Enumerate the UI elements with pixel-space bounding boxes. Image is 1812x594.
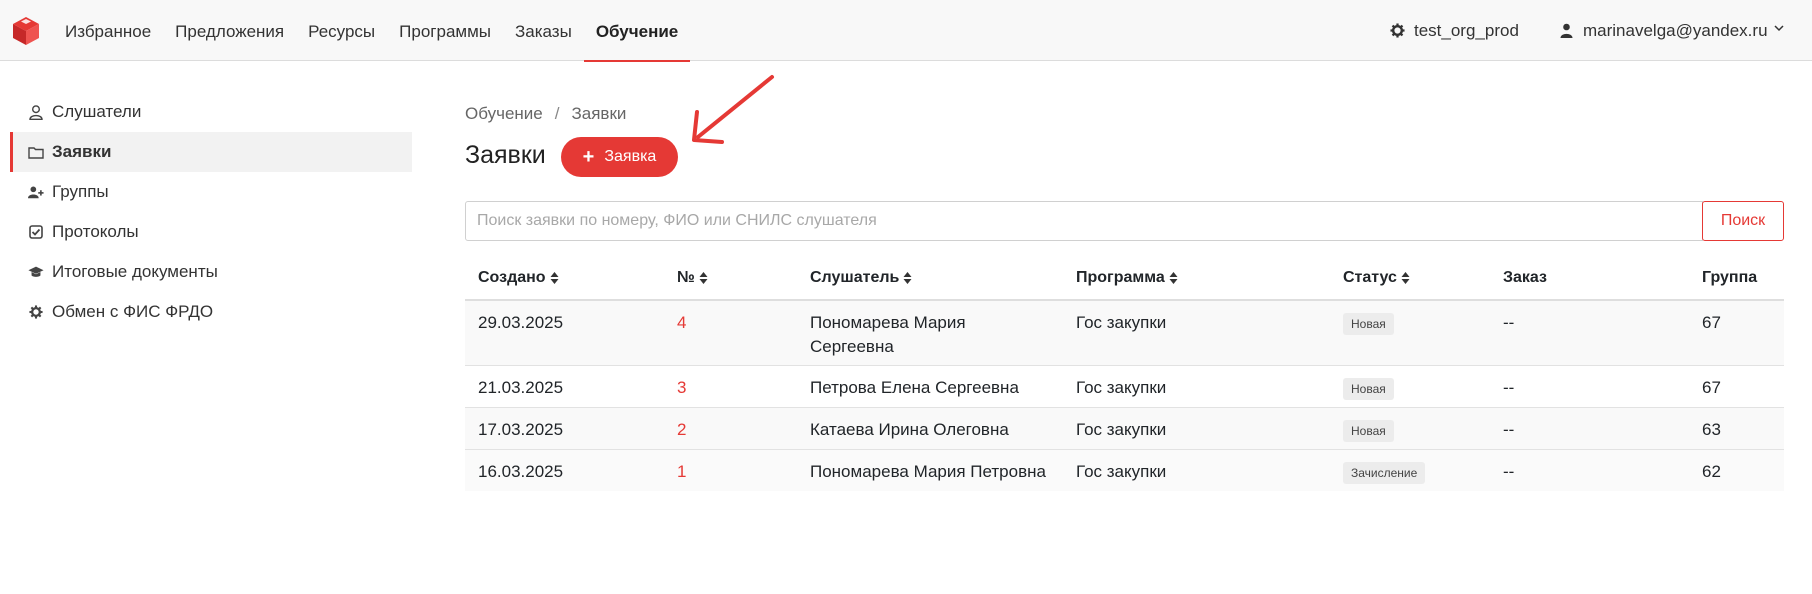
cell-number-link[interactable]: 3 (677, 376, 686, 400)
sidebar: Слушатели Заявки Группы Протоколы Итогов… (0, 92, 425, 332)
breadcrumb-separator: / (554, 104, 560, 123)
nav-item-training[interactable]: Обучение (583, 0, 691, 62)
sort-icon (699, 271, 708, 284)
sidebar-item-label: Обмен с ФИС ФРДО (52, 302, 214, 321)
breadcrumb-current: Заявки (571, 104, 627, 123)
top-navbar: Избранное Предложения Ресурсы Программы … (0, 0, 1812, 62)
breadcrumb-parent[interactable]: Обучение (465, 104, 543, 123)
sort-icon (1169, 271, 1178, 284)
org-name: test_org_prod (1414, 20, 1519, 40)
sidebar-item-label: Слушатели (52, 102, 142, 121)
nav-item-programs[interactable]: Программы (387, 0, 503, 61)
checkbox-icon (28, 224, 44, 240)
cell-group: 62 (1702, 462, 1721, 481)
status-badge: Новая (1343, 313, 1394, 335)
graduation-cap-icon (28, 264, 44, 280)
column-program[interactable]: Программа (1076, 256, 1178, 299)
column-number[interactable]: № (677, 256, 708, 299)
sidebar-item-protocols[interactable]: Протоколы (0, 212, 425, 252)
status-badge: Новая (1343, 420, 1394, 442)
search-input[interactable] (465, 201, 1703, 241)
column-order: Заказ (1503, 269, 1547, 286)
user-email: marinavelga@yandex.ru (1583, 20, 1768, 40)
cell-student: Петрова Елена Сергеевна (810, 378, 1019, 397)
cell-program: Гос закупки (1076, 420, 1167, 439)
cell-group: 63 (1702, 420, 1721, 439)
table-row[interactable]: 21.03.2025 3 Петрова Елена Сергеевна Гос… (465, 366, 1784, 408)
user-menu[interactable]: marinavelga@yandex.ru (1560, 0, 1784, 61)
sidebar-item-groups[interactable]: Группы (0, 172, 425, 212)
column-created[interactable]: Создано (478, 256, 559, 299)
cell-group: 67 (1702, 313, 1721, 332)
sidebar-item-label: Итоговые документы (52, 262, 218, 281)
cell-program: Гос закупки (1076, 313, 1167, 332)
sidebar-item-label: Протоколы (52, 222, 139, 241)
cell-student: Пономарева Мария Петровна (810, 462, 1046, 481)
table-row[interactable]: 17.03.2025 2 Катаева Ирина Олеговна Гос … (465, 408, 1784, 450)
table-row[interactable]: 29.03.2025 4 Пономарева Мария Сергеевна Г… (465, 301, 1784, 366)
sort-icon (903, 271, 912, 284)
org-switcher[interactable]: test_org_prod (1390, 0, 1519, 61)
cell-created: 21.03.2025 (478, 378, 564, 397)
column-group: Группа (1702, 269, 1758, 286)
search-button[interactable]: Поиск (1702, 201, 1784, 241)
table-header: Создано № Слушатель Программа Статус Зак… (465, 256, 1784, 301)
student-name-line: Пономарева Мария (810, 313, 966, 332)
gear-icon (28, 304, 44, 320)
cell-order: -- (1503, 420, 1515, 439)
sort-icon (1401, 271, 1410, 284)
user-icon (28, 104, 44, 120)
annotation-arrow-icon (692, 75, 774, 144)
cell-order: -- (1503, 313, 1515, 332)
cell-number-link[interactable]: 1 (677, 460, 686, 484)
cell-student: Катаева Ирина Олеговна (810, 420, 1009, 439)
add-application-label: Заявка (604, 148, 657, 165)
sidebar-item-fis-frdo[interactable]: Обмен с ФИС ФРДО (0, 292, 425, 332)
cell-number-link[interactable]: 4 (677, 311, 686, 335)
column-status[interactable]: Статус (1343, 256, 1410, 299)
gear-icon (1390, 23, 1405, 38)
cell-order: -- (1503, 462, 1515, 481)
student-name-line: Сергеевна (810, 337, 894, 356)
page-title: Заявки (465, 141, 546, 169)
cell-student: Пономарева Мария Сергеевна (810, 311, 966, 359)
cell-number-link[interactable]: 2 (677, 418, 686, 442)
cell-program: Гос закупки (1076, 378, 1167, 397)
table-row[interactable]: 16.03.2025 1 Пономарева Мария Петровна Г… (465, 450, 1784, 491)
user-icon (1560, 23, 1573, 38)
sidebar-item-final-documents[interactable]: Итоговые документы (0, 252, 425, 292)
sort-icon (550, 271, 559, 284)
cell-created: 16.03.2025 (478, 462, 564, 481)
sidebar-item-students[interactable]: Слушатели (0, 92, 425, 132)
breadcrumb: Обучение / Заявки (465, 104, 626, 124)
logo-cube-icon[interactable] (10, 15, 42, 47)
applications-table: Создано № Слушатель Программа Статус Зак… (465, 256, 1784, 491)
chevron-down-icon (1774, 24, 1784, 31)
status-badge: Зачисление (1343, 462, 1426, 484)
add-application-button[interactable]: + Заявка (561, 137, 678, 177)
column-student[interactable]: Слушатель (810, 256, 912, 299)
nav-item-resources[interactable]: Ресурсы (296, 0, 387, 61)
cell-group: 67 (1702, 378, 1721, 397)
nav-item-favorites[interactable]: Избранное (53, 0, 163, 61)
sidebar-item-label: Заявки (52, 142, 112, 161)
cell-created: 29.03.2025 (478, 313, 564, 332)
user-plus-icon (28, 184, 44, 200)
plus-icon: + (582, 146, 595, 168)
folder-icon (28, 144, 44, 160)
cell-program: Гос закупки (1076, 462, 1167, 481)
cell-order: -- (1503, 378, 1515, 397)
main-nav: Избранное Предложения Ресурсы Программы … (53, 0, 691, 62)
sidebar-item-applications[interactable]: Заявки (10, 132, 412, 172)
nav-item-orders[interactable]: Заказы (503, 0, 584, 61)
nav-item-offers[interactable]: Предложения (163, 0, 296, 61)
status-badge: Новая (1343, 378, 1394, 400)
cell-created: 17.03.2025 (478, 420, 564, 439)
sidebar-item-label: Группы (52, 182, 109, 201)
